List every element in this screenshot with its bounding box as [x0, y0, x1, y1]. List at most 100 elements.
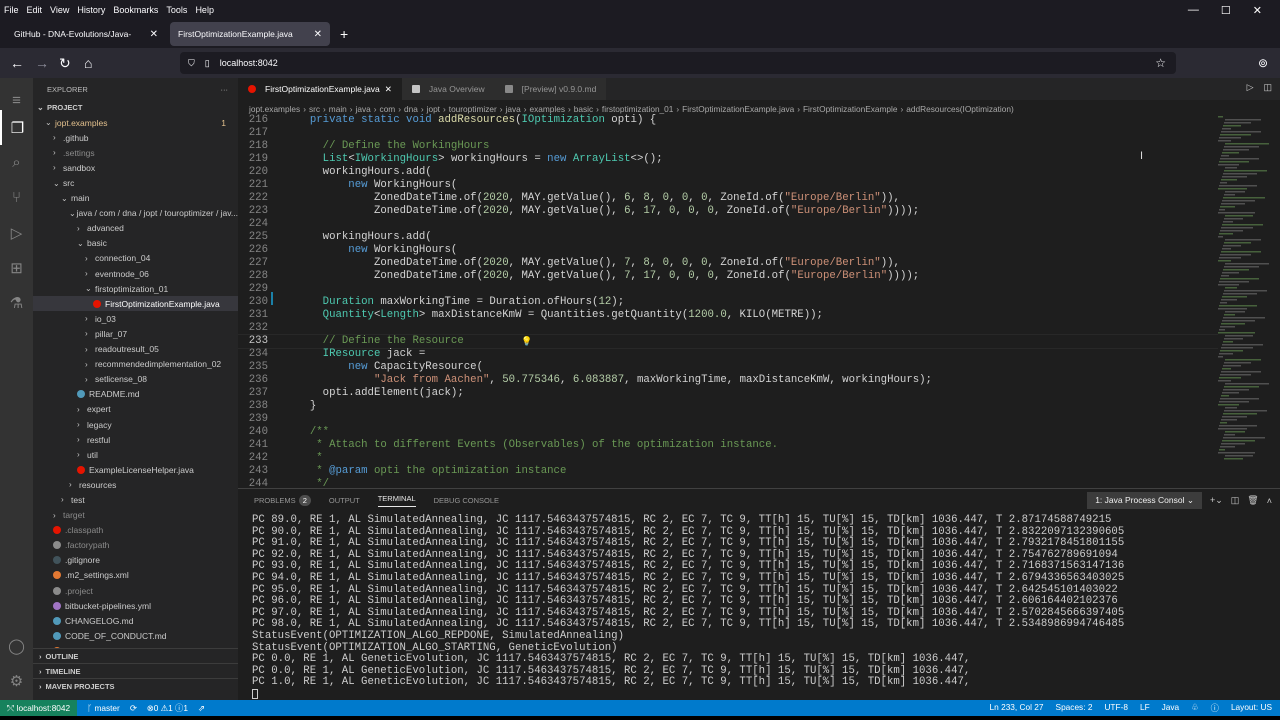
- terminal-output[interactable]: PC 89.0, RE 1, AL SimulatedAnnealing, JC…: [252, 514, 1124, 701]
- forward-icon[interactable]: →: [35, 55, 49, 71]
- tree-item[interactable]: .factorypath: [33, 538, 238, 553]
- run-debug-icon[interactable]: ▷: [0, 215, 33, 250]
- breadcrumb-item[interactable]: touroptimizer: [449, 104, 497, 114]
- minimize-icon[interactable]: —: [1188, 4, 1199, 16]
- tree-item[interactable]: .project: [33, 583, 238, 598]
- tree-item[interactable]: › advanced: [33, 221, 238, 236]
- notifications-icon[interactable]: ⓘ: [1211, 702, 1219, 714]
- tree-item[interactable]: › pillar_07: [33, 326, 238, 341]
- section-outline[interactable]: › OUTLINE: [33, 648, 238, 663]
- tree-item[interactable]: ⌄ basic: [33, 236, 238, 251]
- branch-status[interactable]: ᚴ master: [87, 703, 120, 713]
- live-share-icon[interactable]: ⇗: [198, 703, 205, 713]
- tree-item[interactable]: › sandbox: [33, 160, 238, 175]
- browser-tab[interactable]: FirstOptimizationExample.java ✕: [170, 22, 330, 46]
- menu-file[interactable]: File: [4, 5, 19, 15]
- tree-item[interactable]: bitbucket-pipelines.yml: [33, 598, 238, 613]
- tree-item[interactable]: .classpath: [33, 523, 238, 538]
- breadcrumb-item[interactable]: jopt: [427, 104, 440, 114]
- close-tab-icon[interactable]: ✕: [385, 84, 392, 95]
- tree-item[interactable]: FirstOptimizationExample.java: [33, 296, 238, 312]
- bookmark-star-icon[interactable]: ☆: [1155, 56, 1166, 70]
- new-tab-icon[interactable]: +: [340, 26, 348, 42]
- new-terminal-icon[interactable]: +⌄: [1210, 495, 1223, 506]
- browser-tab[interactable]: GitHub - DNA-Evolutions/Java- ✕: [6, 22, 166, 46]
- close-tab-icon[interactable]: ✕: [314, 29, 322, 40]
- tree-item[interactable]: › .github: [33, 130, 238, 145]
- tree-item[interactable]: › eventnode_06: [33, 266, 238, 281]
- tree-item[interactable]: › test: [33, 492, 238, 507]
- breadcrumb-item[interactable]: FirstOptimizationExample.java: [682, 104, 794, 114]
- breadcrumb-item[interactable]: java: [356, 104, 371, 114]
- section-maven-projects[interactable]: › MAVEN PROJECTS: [33, 678, 238, 693]
- tree-item[interactable]: CODE_OF_CONDUCT.md: [33, 628, 238, 643]
- language-mode[interactable]: Java: [1162, 702, 1180, 714]
- keyboard-layout[interactable]: Layout: US: [1231, 702, 1272, 714]
- tree-item[interactable]: CHANGELOG.md: [33, 613, 238, 628]
- split-editor-icon[interactable]: ◫: [1263, 82, 1272, 93]
- minimap[interactable]: [1218, 116, 1270, 461]
- cursor-position[interactable]: Ln 233, Col 27: [990, 702, 1044, 714]
- extensions-icon[interactable]: ⊞: [0, 250, 33, 285]
- panel-tab-problems[interactable]: PROBLEMS 2: [254, 494, 311, 506]
- breadcrumb-item[interactable]: dna: [404, 104, 418, 114]
- feedback-icon[interactable]: ♧: [1191, 702, 1198, 714]
- tree-item[interactable]: › readoutresult_05: [33, 342, 238, 357]
- editor-tab[interactable]: [Preview] v0.9.0.md: [494, 78, 607, 100]
- files-icon[interactable]: ❐: [0, 110, 33, 145]
- maximize-panel-icon[interactable]: ˄: [1267, 496, 1272, 506]
- panel-tab-output[interactable]: OUTPUT: [329, 496, 360, 505]
- editor-tab[interactable]: FirstOptimizationExample.java ✕: [238, 78, 402, 100]
- section-timeline[interactable]: › TIMELINE: [33, 663, 238, 678]
- breadcrumb-item[interactable]: jopt.examples: [249, 104, 300, 114]
- tree-item[interactable]: ⌄ src: [33, 175, 238, 190]
- tree-item[interactable]: › resources: [33, 477, 238, 492]
- breadcrumb-item[interactable]: FirstOptimizationExample: [803, 104, 898, 114]
- back-icon[interactable]: ←: [10, 55, 24, 71]
- tree-item[interactable]: ⌄ jopt.examples 1: [33, 115, 238, 130]
- lightbulb-icon[interactable]: 💡: [521, 336, 532, 347]
- breadcrumb-item[interactable]: src: [309, 104, 320, 114]
- line-ending[interactable]: LF: [1140, 702, 1150, 714]
- kill-terminal-icon[interactable]: 🗑: [1247, 495, 1258, 506]
- maximize-icon[interactable]: ☐: [1221, 4, 1231, 17]
- testing-icon[interactable]: ⚗: [0, 285, 33, 320]
- breadcrumb-item[interactable]: addResources(IOptimization): [906, 104, 1013, 114]
- tree-item[interactable]: › expert: [33, 402, 238, 417]
- tree-item[interactable]: › recommendedimplementation_02: [33, 357, 238, 372]
- menu-help[interactable]: Help: [195, 5, 214, 15]
- breadcrumb-item[interactable]: java: [506, 104, 521, 114]
- menu-edit[interactable]: Edit: [27, 5, 43, 15]
- menu-history[interactable]: History: [77, 5, 105, 15]
- tree-item[interactable]: › restful: [33, 432, 238, 447]
- sync-icon[interactable]: ⟳: [130, 703, 137, 713]
- tree-item[interactable]: ⌄ main: [33, 191, 238, 206]
- tree-item[interactable]: › util: [33, 447, 238, 462]
- tree-item[interactable]: README.md: [33, 387, 238, 402]
- breadcrumb-item[interactable]: examples: [530, 104, 566, 114]
- editor-tab[interactable]: Java Overview: [401, 78, 495, 100]
- settings-gear-icon[interactable]: ⚙: [0, 663, 33, 698]
- tree-item[interactable]: ExampleLicenseHelper.java: [33, 462, 238, 477]
- more-actions-icon[interactable]: ···: [221, 85, 229, 94]
- remote-indicator[interactable]: ⤲ localhost:8042: [0, 700, 78, 716]
- code-editor[interactable]: 216 private static void addResources(IOp…: [238, 114, 1218, 488]
- tree-item[interactable]: › io_03: [33, 311, 238, 326]
- project-section[interactable]: ⌄ PROJECT: [33, 100, 238, 115]
- breadcrumb-item[interactable]: firstoptimization_01: [602, 104, 673, 114]
- source-control-icon[interactable]: ⑂: [0, 180, 33, 215]
- menu-icon[interactable]: ≡: [0, 90, 33, 110]
- breadcrumb-item[interactable]: main: [329, 104, 347, 114]
- extensions-menu-icon[interactable]: ⊚: [1258, 56, 1268, 70]
- search-icon[interactable]: ⌕: [0, 145, 33, 180]
- home-icon[interactable]: ⌂: [84, 55, 92, 71]
- split-terminal-icon[interactable]: ◫: [1231, 495, 1240, 506]
- terminal-select[interactable]: 1: Java Process Consol ⌄: [1087, 492, 1202, 509]
- panel-tab-debug-console[interactable]: DEBUG CONSOLE: [434, 496, 499, 505]
- tree-item[interactable]: › connection_04: [33, 251, 238, 266]
- tree-item[interactable]: .m2_settings.xml: [33, 568, 238, 583]
- menu-bookmarks[interactable]: Bookmarks: [113, 5, 158, 15]
- close-window-icon[interactable]: ✕: [1253, 4, 1262, 17]
- menu-view[interactable]: View: [50, 5, 69, 15]
- breadcrumb-item[interactable]: basic: [574, 104, 593, 114]
